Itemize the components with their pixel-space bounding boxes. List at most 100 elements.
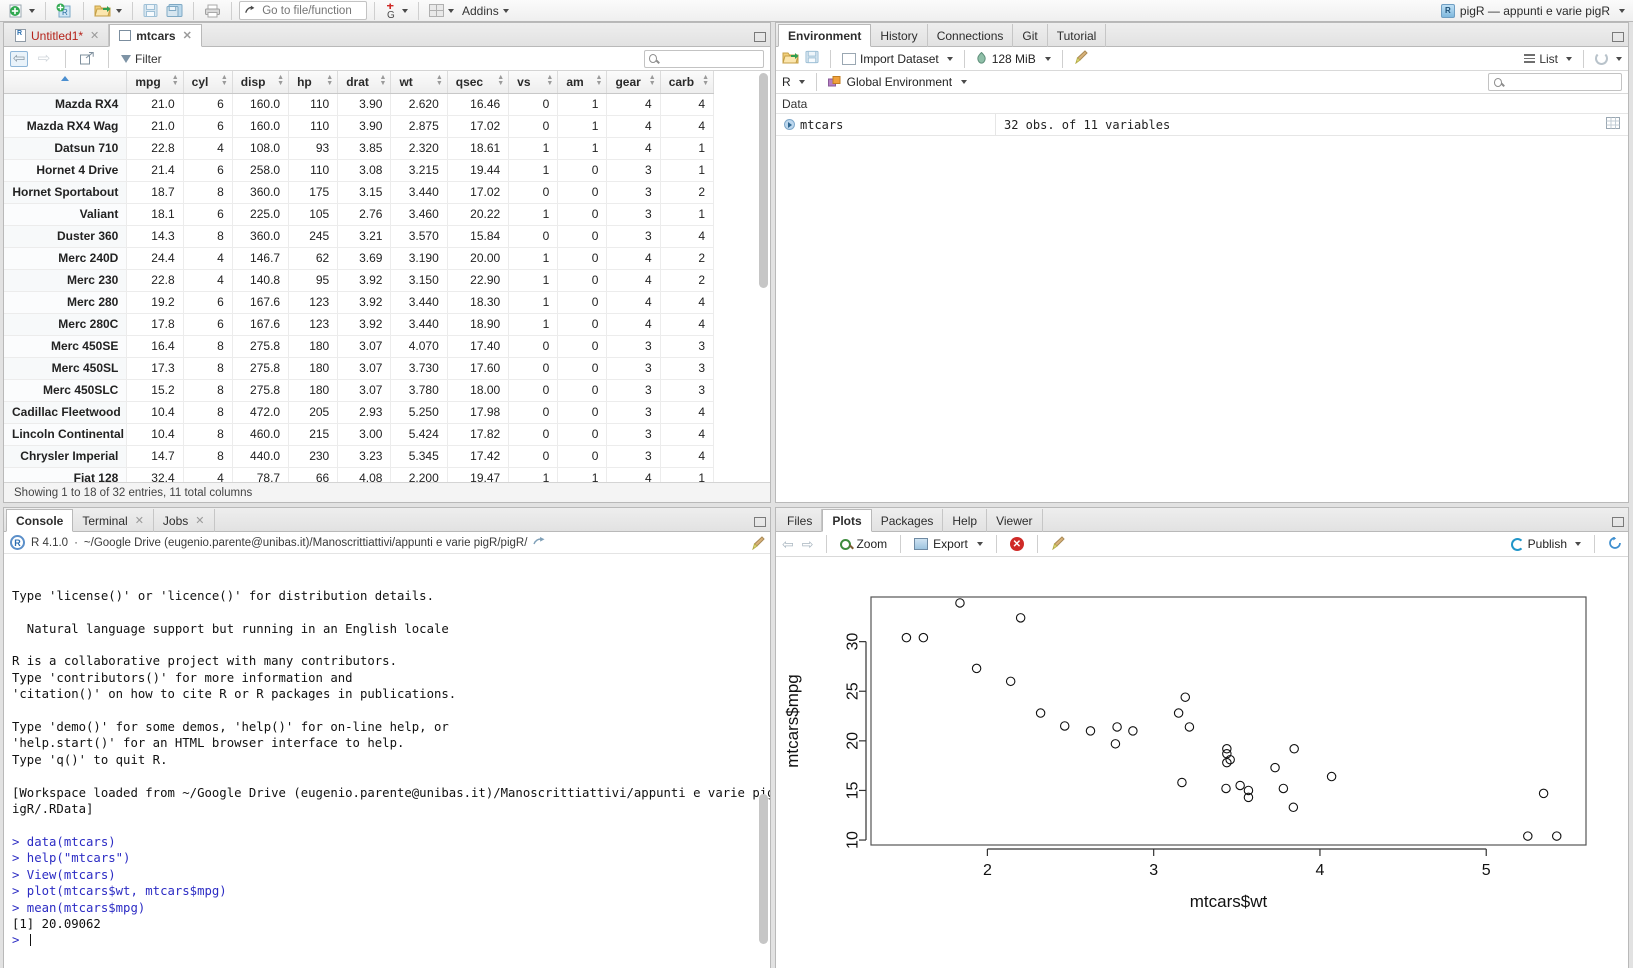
tab-viewer[interactable]: Viewer <box>987 509 1043 532</box>
tab-environment[interactable]: Environment <box>778 24 872 47</box>
plot-canvas[interactable]: 2 3 4 5 10 15 20 25 30 mtcars$wt mtcars$mpg <box>776 557 1628 968</box>
column-header-vs[interactable]: vs ▲ ▼ <box>508 71 559 94</box>
table-row[interactable]: Merc 450SLC 15.2 8 275.8 180 3.07 3.780 18.00 0 0… <box>4 379 715 402</box>
project-selector[interactable]: R pigR — appunti e varie pigR <box>1440 3 1625 18</box>
scrollbar-thumb[interactable] <box>759 794 768 944</box>
table-row[interactable]: Merc 450SE 16.4 8 275.8 180 3.07 4.070 17.40 0 0 3… <box>4 335 715 358</box>
table-row[interactable]: Datsun 710 22.8 4 108.0 93 3.85 2.320 18.61 1 1 4 1 <box>4 137 715 160</box>
maximize-pane-button[interactable] <box>754 517 766 527</box>
table-row[interactable]: Merc 280 19.2 6 167.6 123 3.92 3.440 18.30 1 0 4 4 <box>4 291 715 314</box>
tab-jobs[interactable]: Jobs ✕ <box>154 509 215 532</box>
table-row[interactable]: Lincoln Continental 10.4 8 460.0 215 3.00 5.42… <box>4 423 715 446</box>
column-header-drat[interactable]: drat ▲ ▼ <box>337 71 392 94</box>
table-row[interactable]: Hornet Sportabout 18.7 8 360.0 175 3.15 3.440 1… <box>4 181 715 204</box>
column-header-rownames[interactable] <box>4 71 128 94</box>
minimize-pane-button[interactable] <box>1595 517 1607 527</box>
language-selector[interactable]: R <box>782 75 805 89</box>
minimize-pane-button[interactable] <box>1595 32 1607 42</box>
sort-icon[interactable]: ▲ ▼ <box>702 74 709 87</box>
open-directory-icon[interactable] <box>533 536 546 550</box>
compile-report-button[interactable]: G <box>382 0 411 21</box>
addins-button[interactable]: Addins <box>459 0 512 21</box>
tab-help[interactable]: Help <box>943 509 988 532</box>
environment-row[interactable]: mtcars 32 obs. of 11 variables <box>776 114 1628 136</box>
load-workspace-button[interactable] <box>782 50 799 67</box>
data-search-input[interactable] <box>661 51 763 66</box>
table-row[interactable]: Hornet 4 Drive 21.4 6 258.0 110 3.08 3.215 19.4… <box>4 159 715 182</box>
sort-icon[interactable]: ▲ ▼ <box>596 74 603 87</box>
clear-console-button[interactable] <box>751 536 765 551</box>
table-row[interactable]: Duster 360 14.3 8 360.0 245 3.21 3.570 15.84 0 0 3… <box>4 225 715 248</box>
clear-all-plots-button[interactable] <box>1051 535 1065 553</box>
close-icon[interactable]: ✕ <box>195 514 204 527</box>
save-workspace-button[interactable] <box>805 50 819 67</box>
next-plot-button[interactable]: ⇨ <box>802 536 814 553</box>
table-row[interactable]: Mazda RX4 Wag 21.0 6 160.0 110 3.90 2.875 17.02… <box>4 115 715 138</box>
data-forward-button[interactable]: ⇨ <box>35 51 53 67</box>
tab-packages[interactable]: Packages <box>872 509 944 532</box>
table-row[interactable]: Cadillac Fleetwood 10.4 8 472.0 205 2.93 5.250… <box>4 401 715 424</box>
minimize-pane-button[interactable] <box>737 32 749 42</box>
tab-history[interactable]: History <box>871 24 928 47</box>
console-scrollbar[interactable] <box>759 556 768 944</box>
data-back-button[interactable]: ⇦ <box>10 50 28 67</box>
column-header-hp[interactable]: hp ▲ ▼ <box>288 71 339 94</box>
close-icon[interactable]: ✕ <box>183 29 192 42</box>
table-row[interactable]: Fiat 128 32.4 4 78.7 66 4.08 2.200 19.47 1 1 4 1 <box>4 467 715 482</box>
open-file-button[interactable] <box>91 0 125 21</box>
table-row[interactable]: Valiant 18.1 6 225.0 105 2.76 3.460 20.22 1 0 3 1 <box>4 203 715 226</box>
show-in-new-window-button[interactable] <box>78 51 96 67</box>
tab-files[interactable]: Files <box>778 509 823 532</box>
print-button[interactable] <box>201 0 224 21</box>
sort-icon[interactable]: ▲ ▼ <box>497 74 504 87</box>
table-row[interactable]: Merc 240D 24.4 4 146.7 62 3.69 3.190 20.00 1 0 4 2 <box>4 247 715 270</box>
new-project-button[interactable]: R <box>53 0 76 21</box>
maximize-pane-button[interactable] <box>1612 32 1624 42</box>
zoom-plot-button[interactable]: Zoom <box>840 537 887 551</box>
environment-search-input[interactable] <box>1506 75 1621 89</box>
close-icon[interactable]: ✕ <box>135 514 144 527</box>
table-row[interactable]: Mazda RX4 21.0 6 160.0 110 3.90 2.620 16.46 0 1 4 4 <box>4 93 715 116</box>
view-object-icon[interactable] <box>1606 117 1620 132</box>
column-header-gear[interactable]: gear ▲ ▼ <box>606 71 661 94</box>
filter-button[interactable]: Filter <box>121 52 162 66</box>
remove-plot-button[interactable]: ✕ <box>1009 537 1024 551</box>
publish-button[interactable]: Publish <box>1510 537 1581 551</box>
tab-terminal[interactable]: Terminal ✕ <box>73 509 154 532</box>
maximize-pane-button[interactable] <box>754 32 766 42</box>
expand-icon[interactable] <box>784 119 795 130</box>
data-table-scroll[interactable]: mpg ▲ ▼ cyl ▲ ▼ disp ▲ ▼ hp ▲ ▼ drat ▲ ▼ wt ▲ ▼ qsec ▲ ▼ vs ▲ ▼… <box>4 71 770 482</box>
data-table-scrollbar[interactable] <box>759 73 768 443</box>
sort-icon[interactable]: ▲ ▼ <box>546 74 553 87</box>
maximize-pane-button[interactable] <box>1612 517 1624 527</box>
close-icon[interactable]: ✕ <box>90 29 99 42</box>
clear-objects-button[interactable] <box>1074 50 1088 67</box>
table-row[interactable]: Chrysler Imperial 14.7 8 440.0 230 3.23 5.345 1… <box>4 445 715 468</box>
sort-icon[interactable]: ▲ ▼ <box>436 74 443 87</box>
column-header-am[interactable]: am ▲ ▼ <box>557 71 608 94</box>
tab-console[interactable]: Console <box>6 509 74 532</box>
table-row[interactable]: Merc 450SL 17.3 8 275.8 180 3.07 3.730 17.60 0 0 3… <box>4 357 715 380</box>
minimize-pane-button[interactable] <box>737 517 749 527</box>
sort-icon[interactable]: ▲ ▼ <box>277 74 284 87</box>
column-header-qsec[interactable]: qsec ▲ ▼ <box>447 71 510 94</box>
tab-untitled1[interactable]: Untitled1* ✕ <box>6 24 110 47</box>
column-header-mpg[interactable]: mpg ▲ ▼ <box>126 71 184 94</box>
previous-plot-button[interactable]: ⇦ <box>782 536 794 553</box>
tab-mtcars[interactable]: mtcars ✕ <box>109 24 202 47</box>
table-row[interactable]: Merc 230 22.8 4 140.8 95 3.92 3.150 22.90 1 0 4 2 <box>4 269 715 292</box>
environment-search-box[interactable] <box>1488 73 1622 91</box>
column-header-carb[interactable]: carb ▲ ▼ <box>660 71 715 94</box>
sort-icon[interactable]: ▲ ▼ <box>380 74 387 87</box>
tab-connections[interactable]: Connections <box>928 24 1014 47</box>
workspace-panes-button[interactable] <box>426 0 457 21</box>
tab-plots[interactable]: Plots <box>822 509 872 532</box>
refresh-environment-button[interactable] <box>1595 52 1622 65</box>
column-header-wt[interactable]: wt ▲ ▼ <box>390 71 448 94</box>
goto-file-input[interactable] <box>260 3 366 18</box>
table-row[interactable]: Merc 280C 17.8 6 167.6 123 3.92 3.440 18.90 1 0 4 4 <box>4 313 715 336</box>
new-file-button[interactable] <box>6 0 38 21</box>
tab-git[interactable]: Git <box>1013 24 1048 47</box>
console-output[interactable]: Type 'license()' or 'licence()' for dist… <box>4 554 770 968</box>
sort-icon[interactable]: ▲ ▼ <box>326 74 333 87</box>
